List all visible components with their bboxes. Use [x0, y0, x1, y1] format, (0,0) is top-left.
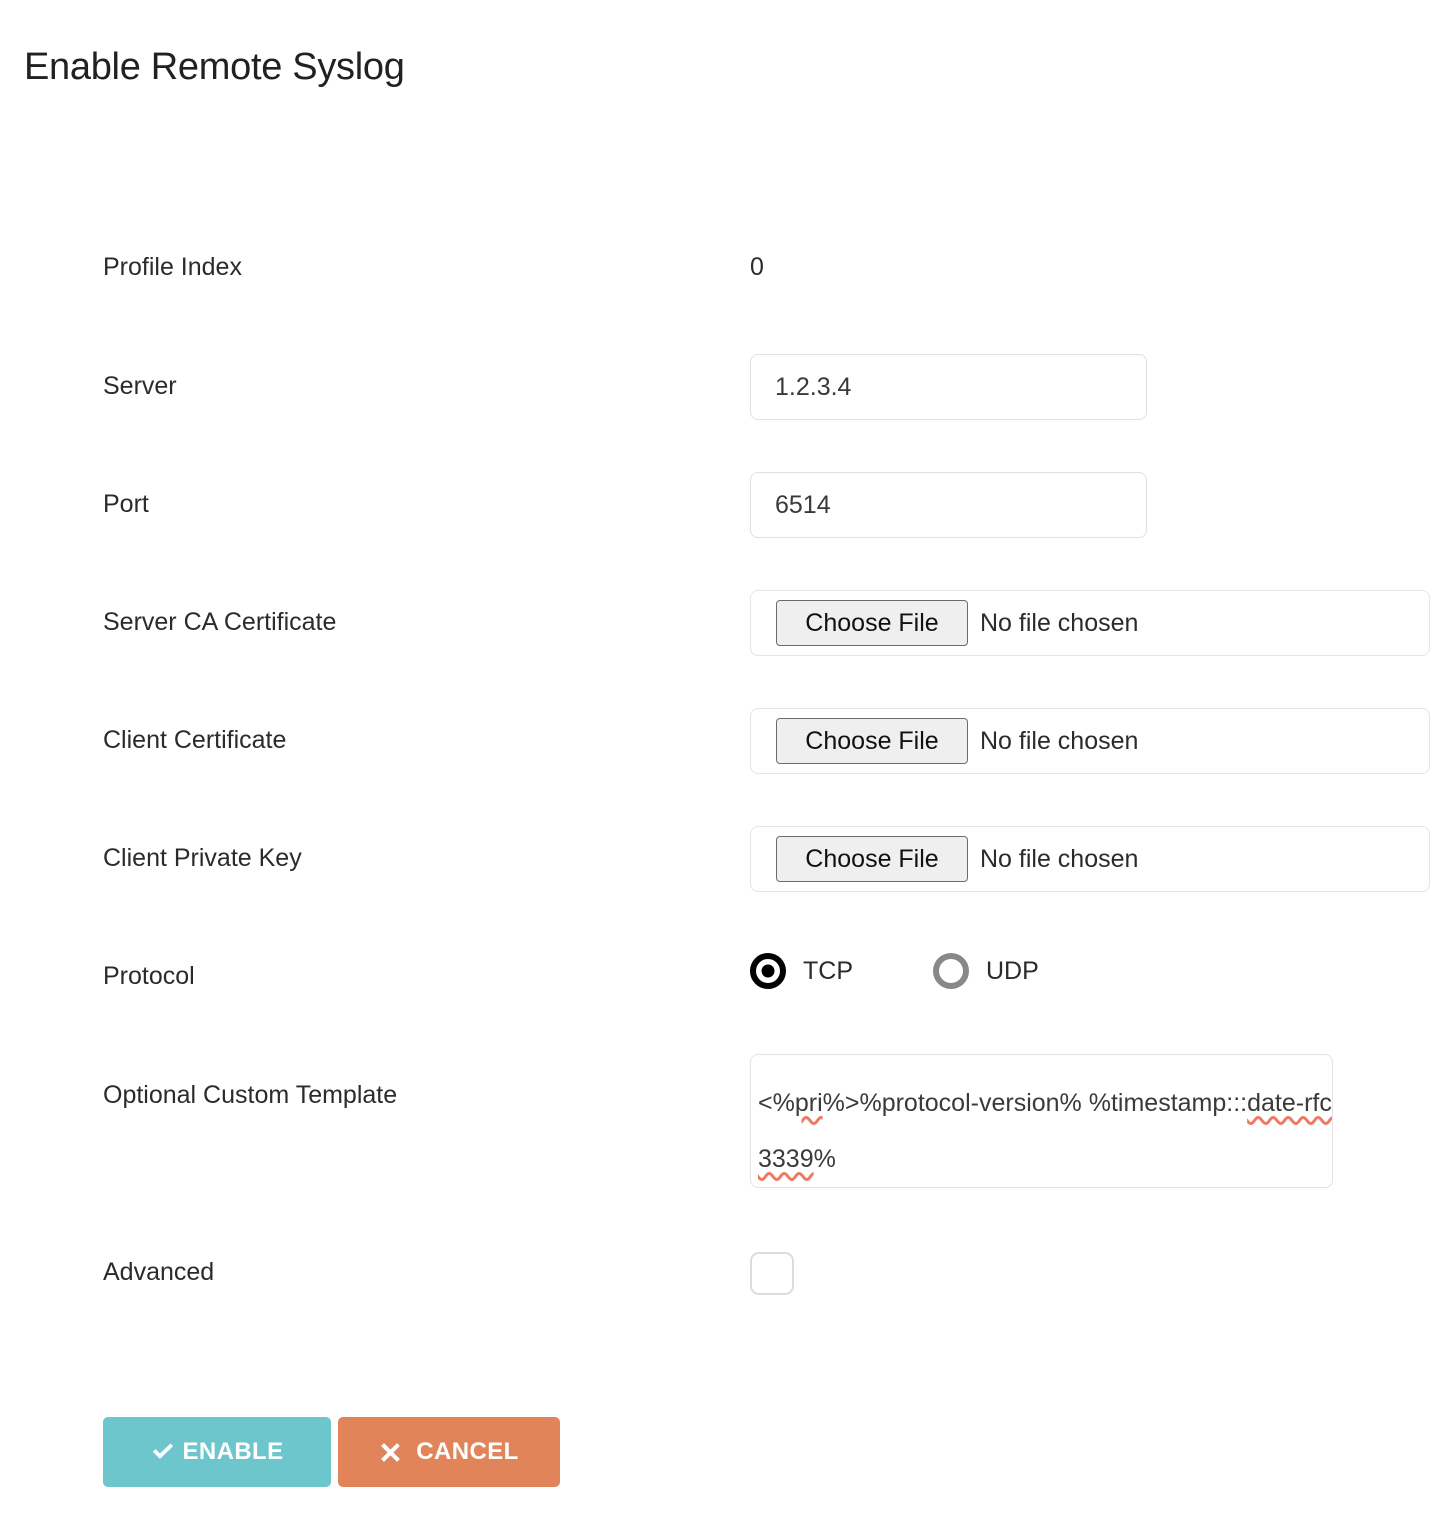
cancel-button[interactable]: CANCEL [338, 1417, 560, 1487]
form-row-server-ca-certificate: Server CA Certificate Choose File No fil… [0, 582, 1452, 700]
label-client-certificate: Client Certificate [103, 728, 286, 753]
form-row-advanced: Advanced [0, 1230, 1452, 1348]
client-certificate-file-status: No file chosen [980, 729, 1138, 754]
form-row-profile-index: Profile Index 0 [0, 228, 1452, 346]
form-actions: ENABLE CANCEL [103, 1417, 560, 1487]
client-certificate-choose-file-button[interactable]: Choose File [776, 718, 968, 764]
server-ca-certificate-choose-file-button[interactable]: Choose File [776, 600, 968, 646]
form-row-client-private-key: Client Private Key Choose File No file c… [0, 818, 1452, 936]
close-icon [379, 1441, 402, 1464]
template-line2-prefix: %timestamp::: [1089, 1089, 1247, 1117]
optional-custom-template-textarea[interactable]: <%pri%>%protocol-version% %timestamp:::d… [750, 1054, 1333, 1188]
enable-button-label: ENABLE [182, 1438, 283, 1466]
server-ca-certificate-file-status: No file chosen [980, 611, 1138, 636]
radio-selected-icon[interactable] [750, 953, 786, 989]
check-icon [150, 1439, 176, 1465]
server-input[interactable] [750, 354, 1147, 420]
form-row-server: Server [0, 346, 1452, 464]
protocol-option-udp-label: UDP [986, 959, 1039, 984]
enable-button[interactable]: ENABLE [103, 1417, 331, 1487]
label-optional-custom-template: Optional Custom Template [103, 1083, 397, 1108]
control-protocol: TCP UDP [750, 953, 1039, 989]
label-profile-index: Profile Index [103, 255, 242, 280]
control-optional-custom-template: <%pri%>%protocol-version% %timestamp:::d… [750, 1054, 1333, 1188]
label-server-ca-certificate: Server CA Certificate [103, 610, 336, 635]
advanced-checkbox[interactable] [750, 1252, 794, 1295]
cancel-button-label: CANCEL [416, 1438, 518, 1466]
protocol-radio-group: TCP UDP [750, 953, 1039, 989]
protocol-option-tcp-label: TCP [803, 959, 853, 984]
control-server-ca-certificate: Choose File No file chosen [750, 590, 1430, 656]
template-line1-misspelled: pri [795, 1089, 823, 1117]
control-profile-index: 0 [750, 255, 764, 280]
client-private-key-choose-file-button[interactable]: Choose File [776, 836, 968, 882]
client-certificate-file-field[interactable]: Choose File No file chosen [750, 708, 1430, 774]
protocol-option-udp[interactable]: UDP [933, 953, 1039, 989]
protocol-option-tcp[interactable]: TCP [750, 953, 853, 989]
control-advanced [750, 1252, 794, 1295]
template-line1-prefix: <% [758, 1089, 795, 1117]
port-input[interactable] [750, 472, 1147, 538]
form-row-port: Port [0, 464, 1452, 582]
label-protocol: Protocol [103, 964, 195, 989]
label-port: Port [103, 492, 149, 517]
form-row-optional-custom-template: Optional Custom Template <%pri%>%protoco… [0, 1054, 1452, 1230]
template-line2-suffix: % [814, 1145, 836, 1173]
template-line1-suffix: %>%protocol-version% [823, 1089, 1082, 1117]
form-row-protocol: Protocol TCP UDP [0, 936, 1452, 1054]
form-row-client-certificate: Client Certificate Choose File No file c… [0, 700, 1452, 818]
page-title: Enable Remote Syslog [24, 45, 405, 91]
server-ca-certificate-file-field[interactable]: Choose File No file chosen [750, 590, 1430, 656]
remote-syslog-form: Profile Index 0 Server Port Server CA Ce… [0, 228, 1452, 1348]
radio-unselected-icon[interactable] [933, 953, 969, 989]
control-client-certificate: Choose File No file chosen [750, 708, 1430, 774]
label-advanced: Advanced [103, 1260, 214, 1285]
control-client-private-key: Choose File No file chosen [750, 826, 1430, 892]
client-private-key-file-field[interactable]: Choose File No file chosen [750, 826, 1430, 892]
label-server: Server [103, 374, 177, 399]
control-port [750, 472, 1147, 538]
label-client-private-key: Client Private Key [103, 846, 302, 871]
control-server [750, 354, 1147, 420]
profile-index-value: 0 [750, 253, 764, 281]
client-private-key-file-status: No file chosen [980, 847, 1138, 872]
